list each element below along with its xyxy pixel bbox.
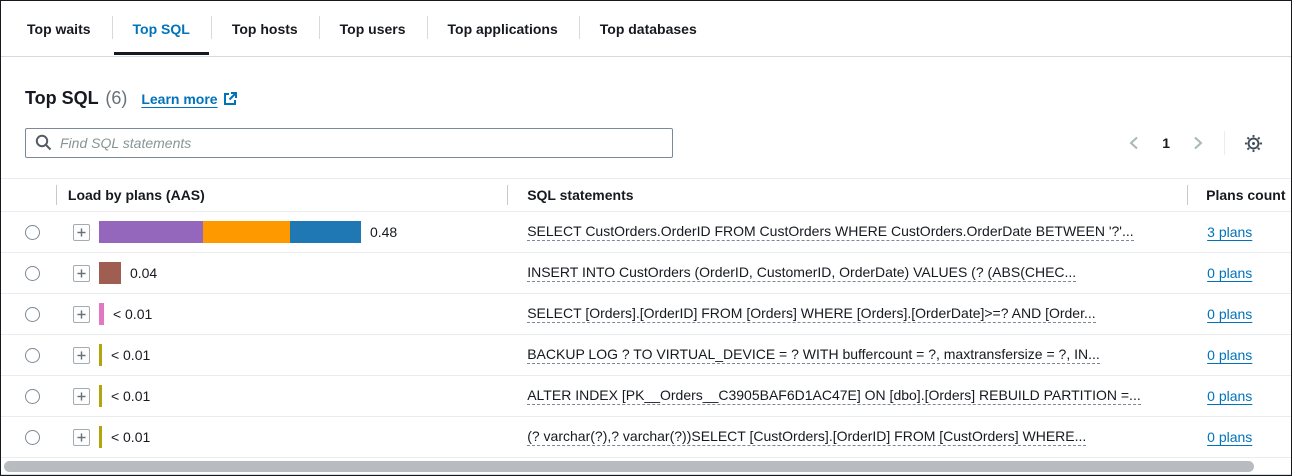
load-bar xyxy=(99,262,121,284)
column-header-plans: Plans count xyxy=(1187,179,1291,211)
plus-icon xyxy=(77,351,86,360)
table-row: < 0.01 ALTER INDEX [PK__Orders__C3905BAF… xyxy=(1,376,1291,417)
tab-top-databases[interactable]: Top databases xyxy=(579,1,718,56)
tab-top-sql[interactable]: Top SQL xyxy=(112,1,211,56)
horizontal-scrollbar-track xyxy=(1,458,1291,475)
tab-bar: Top waits Top SQL Top hosts Top users To… xyxy=(1,1,1291,57)
expand-row-toggle[interactable] xyxy=(73,388,90,405)
panel-title-text: Top SQL xyxy=(25,88,99,108)
tab-top-applications[interactable]: Top applications xyxy=(427,1,579,56)
table-row: < 0.01 BACKUP LOG ? TO VIRTUAL_DEVICE = … xyxy=(1,335,1291,376)
row-select-radio[interactable] xyxy=(25,266,40,281)
load-bar xyxy=(99,344,102,366)
row-select-radio[interactable] xyxy=(25,430,40,445)
load-value: < 0.01 xyxy=(111,429,150,445)
load-bar xyxy=(99,385,102,407)
sql-statement-link[interactable]: ALTER INDEX [PK__Orders__C3905BAF6D1AC47… xyxy=(527,387,1141,405)
pagination-controls: 1 xyxy=(1122,129,1267,157)
expand-row-toggle[interactable] xyxy=(73,429,90,446)
table-row: < 0.01 (? varchar(?),? varchar(?))SELECT… xyxy=(1,417,1291,458)
load-bar xyxy=(99,303,104,325)
table-body: 0.48 SELECT CustOrders.OrderID FROM Cust… xyxy=(1,212,1291,458)
plans-count-link[interactable]: 0 plans xyxy=(1207,347,1252,363)
sql-statement-link[interactable]: SELECT CustOrders.OrderID FROM CustOrder… xyxy=(527,223,1133,241)
column-header-load: Load by plans (AAS) xyxy=(56,179,507,211)
plans-count-link[interactable]: 0 plans xyxy=(1207,306,1252,322)
chevron-right-icon xyxy=(1192,136,1204,150)
external-link-icon xyxy=(223,91,237,108)
table-toolbar: 1 xyxy=(1,128,1291,158)
chevron-left-icon xyxy=(1128,136,1140,150)
plus-icon xyxy=(77,310,86,319)
column-header-sql: SQL statements xyxy=(507,179,1187,211)
previous-page-button[interactable] xyxy=(1122,131,1146,155)
load-value: < 0.01 xyxy=(111,347,150,363)
plans-count-link[interactable]: 0 plans xyxy=(1207,429,1252,445)
sql-statement-link[interactable]: BACKUP LOG ? TO VIRTUAL_DEVICE = ? WITH … xyxy=(527,346,1100,364)
plans-count-link[interactable]: 3 plans xyxy=(1207,224,1252,240)
panel-header: Top SQL (6) Learn more xyxy=(1,57,1291,124)
result-count: (6) xyxy=(105,88,127,108)
next-page-button[interactable] xyxy=(1186,131,1210,155)
sql-statement-link[interactable]: (? varchar(?),? varchar(?))SELECT [CustO… xyxy=(527,428,1086,446)
load-bar xyxy=(99,426,102,448)
expand-row-toggle[interactable] xyxy=(73,306,90,323)
top-sql-table: Load by plans (AAS) SQL statements Plans… xyxy=(1,178,1291,458)
expand-row-toggle[interactable] xyxy=(73,347,90,364)
horizontal-scrollbar-thumb[interactable] xyxy=(4,461,1254,472)
load-value: < 0.01 xyxy=(113,306,152,322)
tab-top-users[interactable]: Top users xyxy=(319,1,427,56)
plans-count-link[interactable]: 0 plans xyxy=(1207,265,1252,281)
page-title: Top SQL (6) xyxy=(25,83,127,111)
plans-count-link[interactable]: 0 plans xyxy=(1207,388,1252,404)
search-box xyxy=(25,128,673,158)
plus-icon xyxy=(77,228,86,237)
tab-top-hosts[interactable]: Top hosts xyxy=(211,1,319,56)
plus-icon xyxy=(77,269,86,278)
load-value: 0.48 xyxy=(370,224,397,240)
learn-more-link[interactable]: Learn more xyxy=(141,91,236,108)
load-value: < 0.01 xyxy=(111,388,150,404)
load-value: 0.04 xyxy=(130,265,157,281)
plus-icon xyxy=(77,433,86,442)
sql-statement-link[interactable]: SELECT [Orders].[OrderID] FROM [Orders] … xyxy=(527,305,1095,323)
search-input[interactable] xyxy=(25,128,673,158)
load-bar xyxy=(99,221,361,243)
table-row: 0.04 INSERT INTO CustOrders (OrderID, Cu… xyxy=(1,253,1291,294)
gear-icon xyxy=(1244,134,1263,153)
plus-icon xyxy=(77,392,86,401)
toolbar-divider xyxy=(1224,131,1225,155)
current-page-number: 1 xyxy=(1156,135,1176,151)
table-row: 0.48 SELECT CustOrders.OrderID FROM Cust… xyxy=(1,212,1291,253)
preferences-button[interactable] xyxy=(1239,129,1267,157)
sql-statement-link[interactable]: INSERT INTO CustOrders (OrderID, Custome… xyxy=(527,264,1076,282)
table-header-row: Load by plans (AAS) SQL statements Plans… xyxy=(1,178,1291,212)
learn-more-label: Learn more xyxy=(141,91,217,107)
row-select-radio[interactable] xyxy=(25,225,40,240)
expand-row-toggle[interactable] xyxy=(73,265,90,282)
table-row: < 0.01 SELECT [Orders].[OrderID] FROM [O… xyxy=(1,294,1291,335)
tab-top-waits[interactable]: Top waits xyxy=(6,1,112,56)
top-sql-panel: Top waits Top SQL Top hosts Top users To… xyxy=(0,0,1292,476)
selection-column-header xyxy=(1,179,56,211)
row-select-radio[interactable] xyxy=(25,307,40,322)
row-select-radio[interactable] xyxy=(25,348,40,363)
expand-row-toggle[interactable] xyxy=(73,224,90,241)
row-select-radio[interactable] xyxy=(25,389,40,404)
